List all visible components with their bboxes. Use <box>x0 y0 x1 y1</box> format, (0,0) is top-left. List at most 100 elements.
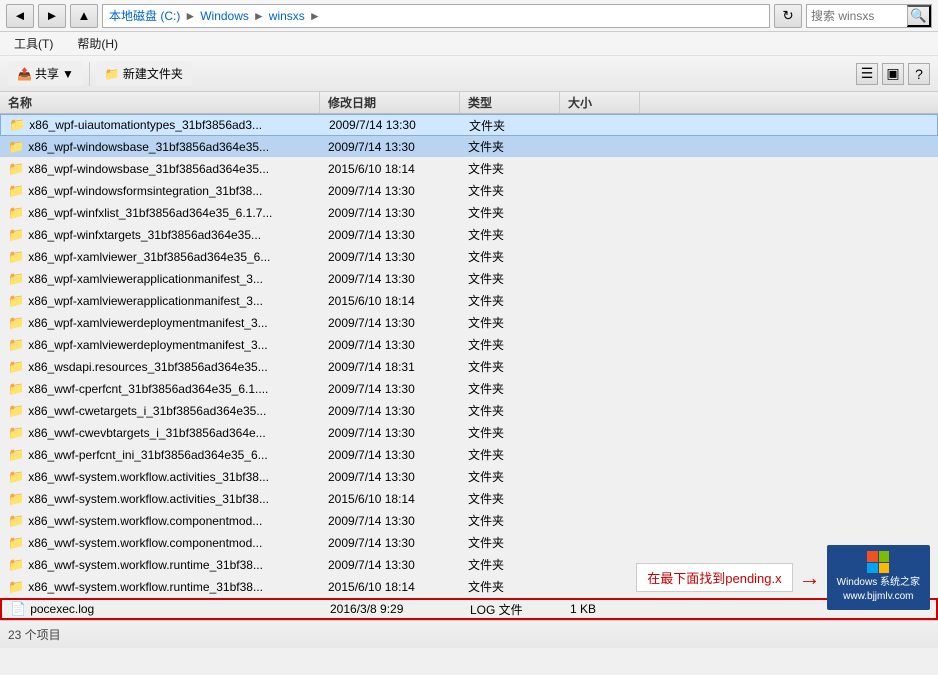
file-date-cell: 2009/7/14 13:30 <box>320 183 460 199</box>
folder-icon: 📁 <box>8 293 24 309</box>
file-date-cell: 2009/7/14 13:30 <box>320 315 460 331</box>
table-row[interactable]: 📁 x86_wwf-cperfcnt_31bf3856ad364e35_6.1.… <box>0 378 938 400</box>
file-date-cell: 2015/6/10 18:14 <box>320 491 460 507</box>
file-name-cell: 📁 x86_wpf-windowsformsintegration_31bf38… <box>0 182 320 200</box>
table-row[interactable]: 📁 x86_wpf-xamlviewerapplicationmanifest_… <box>0 268 938 290</box>
table-row[interactable]: 📁 x86_wwf-perfcnt_ini_31bf3856ad364e35_6… <box>0 444 938 466</box>
file-name-cell: 📁 x86_wwf-system.workflow.activities_31b… <box>0 490 320 508</box>
preview-pane-button[interactable]: ▣ <box>882 63 904 85</box>
file-name-cell: 📁 x86_wpf-uiautomationtypes_31bf3856ad3.… <box>1 116 321 134</box>
folder-icon: 📁 <box>8 469 24 485</box>
file-name-cell: 📁 x86_wwf-cperfcnt_31bf3856ad364e35_6.1.… <box>0 380 320 398</box>
file-size-cell <box>560 520 640 522</box>
file-type-cell: 文件夹 <box>460 247 560 266</box>
col-header-type[interactable]: 类型 <box>460 92 560 113</box>
file-date-cell: 2009/7/14 13:30 <box>320 227 460 243</box>
table-row[interactable]: 📁 x86_wwf-cwevbtargets_i_31bf3856ad364e.… <box>0 422 938 444</box>
new-folder-button[interactable]: 📁 新建文件夹 <box>96 61 192 86</box>
view-options-button[interactable]: ☰ <box>856 63 878 85</box>
table-row[interactable]: 📁 x86_wpf-xamlviewerdeploymentmanifest_3… <box>0 334 938 356</box>
file-type-cell: 文件夹 <box>460 577 560 596</box>
search-input[interactable] <box>807 9 907 23</box>
table-row[interactable]: 📁 x86_wpf-xamlviewer_31bf3856ad364e35_6.… <box>0 246 938 268</box>
file-name-cell: 📁 x86_wpf-windowsbase_31bf3856ad364e35..… <box>0 138 320 156</box>
folder-icon: 📁 <box>8 425 24 441</box>
table-row[interactable]: 📁 x86_wpf-windowsbase_31bf3856ad364e35..… <box>0 158 938 180</box>
file-name-cell: 📁 x86_wwf-system.workflow.activities_31b… <box>0 468 320 486</box>
table-row[interactable]: 📁 x86_wwf-system.workflow.activities_31b… <box>0 488 938 510</box>
main-content: 名称 修改日期 类型 大小 📁 x86_wpf-uiautomationtype… <box>0 92 938 620</box>
annotation-overlay: 在最下面找到pending.x→Windows 系统之家www.bjjmlv.c… <box>636 545 930 610</box>
file-size-cell <box>560 256 640 258</box>
file-name-cell: 📁 x86_wwf-system.workflow.runtime_31bf38… <box>0 556 320 574</box>
col-header-size[interactable]: 大小 <box>560 92 640 113</box>
up-button[interactable]: ▲ <box>70 4 98 28</box>
table-row[interactable]: 📁 x86_wpf-winfxlist_31bf3856ad364e35_6.1… <box>0 202 938 224</box>
file-date-cell: 2009/7/14 13:30 <box>320 403 460 419</box>
file-name-cell: 📁 x86_wpf-windowsbase_31bf3856ad364e35..… <box>0 160 320 178</box>
table-row[interactable]: 📁 x86_wpf-winfxtargets_31bf3856ad364e35.… <box>0 224 938 246</box>
file-date-cell: 2009/7/14 13:30 <box>320 337 460 353</box>
table-row[interactable]: 📁 x86_wwf-cwetargets_i_31bf3856ad364e35.… <box>0 400 938 422</box>
annotation-text: 在最下面找到pending.x <box>636 563 792 592</box>
help-button[interactable]: ? <box>908 63 930 85</box>
toolbar-right: ☰ ▣ ? <box>856 63 930 85</box>
file-name-cell: 📁 x86_wwf-system.workflow.componentmod..… <box>0 534 320 552</box>
table-row[interactable]: 📁 x86_wpf-xamlviewerdeploymentmanifest_3… <box>0 312 938 334</box>
breadcrumb-winsxs[interactable]: winsxs <box>269 9 305 23</box>
refresh-button[interactable]: ↻ <box>774 4 802 28</box>
file-size-cell <box>560 322 640 324</box>
menu-help[interactable]: 帮助(H) <box>71 33 124 54</box>
file-date-cell: 2009/7/14 13:30 <box>320 513 460 529</box>
file-type-cell: 文件夹 <box>460 533 560 552</box>
table-row[interactable]: 📁 x86_wpf-uiautomationtypes_31bf3856ad3.… <box>0 114 938 136</box>
table-row[interactable]: 📁 x86_wsdapi.resources_31bf3856ad364e35.… <box>0 356 938 378</box>
share-icon: 📤 <box>17 67 32 81</box>
file-size-cell <box>560 344 640 346</box>
table-row[interactable]: 📁 x86_wpf-windowsbase_31bf3856ad364e35..… <box>0 136 938 158</box>
folder-icon: 📁 <box>8 205 24 221</box>
file-name-cell: 📁 x86_wpf-xamlviewerdeploymentmanifest_3… <box>0 336 320 354</box>
table-row[interactable]: 📁 x86_wwf-system.workflow.componentmod..… <box>0 510 938 532</box>
file-name-cell: 📁 x86_wwf-system.workflow.componentmod..… <box>0 512 320 530</box>
search-button[interactable]: 🔍 <box>907 5 931 27</box>
folder-icon: 📁 <box>8 491 24 507</box>
share-button[interactable]: 📤 共享 ▼ <box>8 61 83 86</box>
file-name-cell: 📁 x86_wwf-system.workflow.runtime_31bf38… <box>0 578 320 596</box>
file-size-cell <box>560 586 640 588</box>
file-name-cell: 📁 x86_wpf-winfxlist_31bf3856ad364e35_6.1… <box>0 204 320 222</box>
file-date-cell: 2009/7/14 13:30 <box>320 139 460 155</box>
folder-icon: 📁 <box>9 117 25 133</box>
table-row[interactable]: 📁 x86_wwf-system.workflow.activities_31b… <box>0 466 938 488</box>
file-date-cell: 2009/7/14 13:30 <box>320 557 460 573</box>
folder-icon: 📁 <box>8 359 24 375</box>
file-type-cell: 文件夹 <box>460 423 560 442</box>
breadcrumb-localdisk[interactable]: 本地磁盘 (C:) <box>109 7 180 24</box>
file-type-cell: 文件夹 <box>460 181 560 200</box>
folder-icon: 📁 <box>8 381 24 397</box>
file-size-cell <box>560 146 640 148</box>
forward-button[interactable]: ► <box>38 4 66 28</box>
breadcrumb[interactable]: 本地磁盘 (C:) ► Windows ► winsxs ► <box>102 4 770 28</box>
breadcrumb-windows[interactable]: Windows <box>200 9 249 23</box>
file-date-cell: 2009/7/14 13:30 <box>320 535 460 551</box>
file-name-cell: 📁 x86_wpf-xamlviewerdeploymentmanifest_3… <box>0 314 320 332</box>
back-button[interactable]: ◄ <box>6 4 34 28</box>
file-name-cell: 📁 x86_wwf-perfcnt_ini_31bf3856ad364e35_6… <box>0 446 320 464</box>
new-folder-icon: 📁 <box>105 67 120 81</box>
folder-icon: 📁 <box>8 403 24 419</box>
file-type-cell: 文件夹 <box>460 225 560 244</box>
file-date-cell: 2009/7/14 13:30 <box>320 205 460 221</box>
file-date-cell: 2009/7/14 13:30 <box>320 447 460 463</box>
col-header-date[interactable]: 修改日期 <box>320 92 460 113</box>
col-header-name[interactable]: 名称 <box>0 92 320 113</box>
folder-icon: 📁 <box>8 557 24 573</box>
file-type-cell: 文件夹 <box>461 116 561 135</box>
table-row[interactable]: 📁 x86_wpf-xamlviewerapplicationmanifest_… <box>0 290 938 312</box>
address-bar: ◄ ► ▲ 本地磁盘 (C:) ► Windows ► winsxs ► ↻ 🔍 <box>0 0 938 32</box>
menu-tools[interactable]: 工具(T) <box>8 33 59 54</box>
folder-icon: 📁 <box>8 315 24 331</box>
column-header: 名称 修改日期 类型 大小 <box>0 92 938 114</box>
file-date-cell: 2015/6/10 18:14 <box>320 293 460 309</box>
table-row[interactable]: 📁 x86_wpf-windowsformsintegration_31bf38… <box>0 180 938 202</box>
